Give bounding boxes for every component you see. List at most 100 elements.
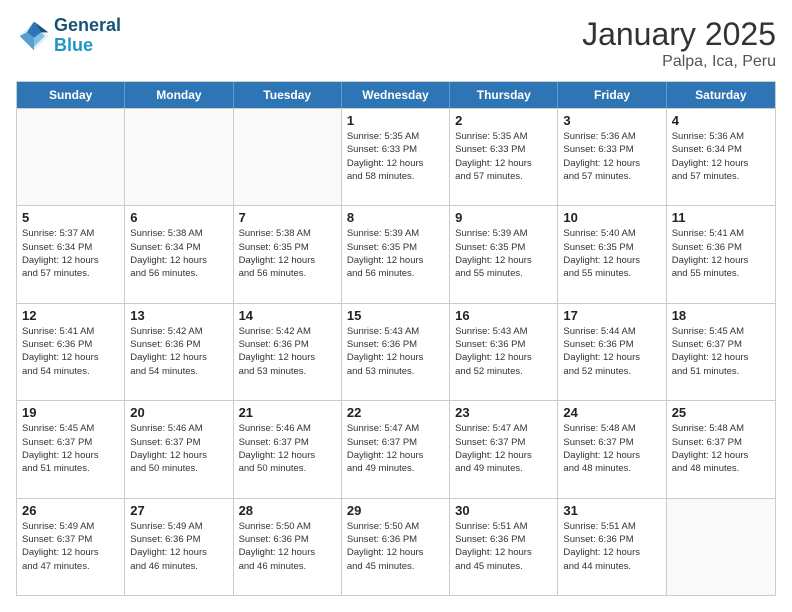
calendar-body: 1 Sunrise: 5:35 AM Sunset: 6:33 PM Daylig… <box>17 108 775 595</box>
calendar-cell: 27Sunrise: 5:49 AM Sunset: 6:36 PM Dayli… <box>125 499 233 595</box>
calendar-row: 5 Sunrise: 5:37 AM Sunset: 6:34 PM Daylig… <box>17 205 775 302</box>
calendar-cell: 4 Sunrise: 5:36 AM Sunset: 6:34 PM Daylig… <box>667 109 775 205</box>
calendar-cell: 20 Sunrise: 5:46 AM Sunset: 6:37 PM Dayli… <box>125 401 233 497</box>
calendar-cell: 29Sunrise: 5:50 AM Sunset: 6:36 PM Dayli… <box>342 499 450 595</box>
calendar-cell: 8 Sunrise: 5:39 AM Sunset: 6:35 PM Daylig… <box>342 206 450 302</box>
day-info: Sunrise: 5:42 AM Sunset: 6:36 PM Dayligh… <box>239 325 336 378</box>
day-info: Sunrise: 5:38 AM Sunset: 6:34 PM Dayligh… <box>130 227 227 280</box>
day-number: 8 <box>347 210 444 225</box>
weekday-header: Tuesday <box>234 82 342 108</box>
calendar-row: 12 Sunrise: 5:41 AM Sunset: 6:36 PM Dayli… <box>17 303 775 400</box>
calendar-cell <box>17 109 125 205</box>
day-number: 18 <box>672 308 770 323</box>
day-number: 25 <box>672 405 770 420</box>
day-number: 22 <box>347 405 444 420</box>
calendar-cell: 23Sunrise: 5:47 AM Sunset: 6:37 PM Dayli… <box>450 401 558 497</box>
day-number: 20 <box>130 405 227 420</box>
day-number: 28 <box>239 503 336 518</box>
day-number: 13 <box>130 308 227 323</box>
day-number: 31 <box>563 503 660 518</box>
day-info: Sunrise: 5:38 AM Sunset: 6:35 PM Dayligh… <box>239 227 336 280</box>
calendar-header: SundayMondayTuesdayWednesdayThursdayFrid… <box>17 82 775 108</box>
day-number: 17 <box>563 308 660 323</box>
logo: General Blue <box>16 16 121 56</box>
day-number: 3 <box>563 113 660 128</box>
calendar-cell: 26 Sunrise: 5:49 AM Sunset: 6:37 PM Dayli… <box>17 499 125 595</box>
day-info: Sunrise: 5:46 AM Sunset: 6:37 PM Dayligh… <box>239 422 336 475</box>
calendar-cell: 31Sunrise: 5:51 AM Sunset: 6:36 PM Dayli… <box>558 499 666 595</box>
calendar-cell: 1 Sunrise: 5:35 AM Sunset: 6:33 PM Daylig… <box>342 109 450 205</box>
title-block: January 2025 Palpa, Ica, Peru <box>582 16 776 71</box>
day-number: 5 <box>22 210 119 225</box>
day-number: 4 <box>672 113 770 128</box>
weekday-header: Wednesday <box>342 82 450 108</box>
header: General Blue January 2025 Palpa, Ica, Pe… <box>16 16 776 71</box>
day-number: 29 <box>347 503 444 518</box>
day-number: 11 <box>672 210 770 225</box>
day-info: Sunrise: 5:42 AM Sunset: 6:36 PM Dayligh… <box>130 325 227 378</box>
day-number: 23 <box>455 405 552 420</box>
day-number: 16 <box>455 308 552 323</box>
weekday-header: Thursday <box>450 82 558 108</box>
day-number: 7 <box>239 210 336 225</box>
day-info: Sunrise: 5:35 AM Sunset: 6:33 PM Dayligh… <box>455 130 552 183</box>
day-info: Sunrise: 5:47 AM Sunset: 6:37 PM Dayligh… <box>347 422 444 475</box>
day-info: Sunrise: 5:49 AM Sunset: 6:37 PM Dayligh… <box>22 520 119 573</box>
calendar-row: 19Sunrise: 5:45 AM Sunset: 6:37 PM Dayli… <box>17 400 775 497</box>
day-info: Sunrise: 5:41 AM Sunset: 6:36 PM Dayligh… <box>672 227 770 280</box>
day-info: Sunrise: 5:41 AM Sunset: 6:36 PM Dayligh… <box>22 325 119 378</box>
day-info: Sunrise: 5:43 AM Sunset: 6:36 PM Dayligh… <box>455 325 552 378</box>
page: General Blue January 2025 Palpa, Ica, Pe… <box>0 0 792 612</box>
day-info: Sunrise: 5:48 AM Sunset: 6:37 PM Dayligh… <box>672 422 770 475</box>
day-info: Sunrise: 5:39 AM Sunset: 6:35 PM Dayligh… <box>347 227 444 280</box>
calendar-cell: 5 Sunrise: 5:37 AM Sunset: 6:34 PM Daylig… <box>17 206 125 302</box>
calendar-cell: 18 Sunrise: 5:45 AM Sunset: 6:37 PM Dayli… <box>667 304 775 400</box>
day-number: 30 <box>455 503 552 518</box>
day-number: 2 <box>455 113 552 128</box>
day-info: Sunrise: 5:36 AM Sunset: 6:34 PM Dayligh… <box>672 130 770 183</box>
day-number: 6 <box>130 210 227 225</box>
day-number: 10 <box>563 210 660 225</box>
day-info: Sunrise: 5:46 AM Sunset: 6:37 PM Dayligh… <box>130 422 227 475</box>
day-info: Sunrise: 5:40 AM Sunset: 6:35 PM Dayligh… <box>563 227 660 280</box>
day-info: Sunrise: 5:37 AM Sunset: 6:34 PM Dayligh… <box>22 227 119 280</box>
calendar-cell: 30Sunrise: 5:51 AM Sunset: 6:36 PM Dayli… <box>450 499 558 595</box>
calendar-cell: 19Sunrise: 5:45 AM Sunset: 6:37 PM Dayli… <box>17 401 125 497</box>
day-number: 24 <box>563 405 660 420</box>
day-number: 26 <box>22 503 119 518</box>
calendar-cell: 28 Sunrise: 5:50 AM Sunset: 6:36 PM Dayli… <box>234 499 342 595</box>
calendar: SundayMondayTuesdayWednesdayThursdayFrid… <box>16 81 776 596</box>
day-info: Sunrise: 5:44 AM Sunset: 6:36 PM Dayligh… <box>563 325 660 378</box>
day-number: 15 <box>347 308 444 323</box>
calendar-cell: 11 Sunrise: 5:41 AM Sunset: 6:36 PM Dayli… <box>667 206 775 302</box>
day-info: Sunrise: 5:50 AM Sunset: 6:36 PM Dayligh… <box>239 520 336 573</box>
calendar-cell: 24 Sunrise: 5:48 AM Sunset: 6:37 PM Dayli… <box>558 401 666 497</box>
calendar-cell: 17 Sunrise: 5:44 AM Sunset: 6:36 PM Dayli… <box>558 304 666 400</box>
day-info: Sunrise: 5:45 AM Sunset: 6:37 PM Dayligh… <box>672 325 770 378</box>
day-number: 12 <box>22 308 119 323</box>
calendar-cell: 13 Sunrise: 5:42 AM Sunset: 6:36 PM Dayli… <box>125 304 233 400</box>
calendar-cell: 2 Sunrise: 5:35 AM Sunset: 6:33 PM Daylig… <box>450 109 558 205</box>
calendar-cell <box>234 109 342 205</box>
logo-line2: Blue <box>54 36 121 56</box>
calendar-cell: 6 Sunrise: 5:38 AM Sunset: 6:34 PM Daylig… <box>125 206 233 302</box>
calendar-row: 26 Sunrise: 5:49 AM Sunset: 6:37 PM Dayli… <box>17 498 775 595</box>
calendar-cell: 14 Sunrise: 5:42 AM Sunset: 6:36 PM Dayli… <box>234 304 342 400</box>
day-number: 21 <box>239 405 336 420</box>
day-info: Sunrise: 5:43 AM Sunset: 6:36 PM Dayligh… <box>347 325 444 378</box>
weekday-header: Friday <box>558 82 666 108</box>
weekday-header: Monday <box>125 82 233 108</box>
day-number: 14 <box>239 308 336 323</box>
calendar-cell <box>667 499 775 595</box>
weekday-header: Saturday <box>667 82 775 108</box>
calendar-cell: 15 Sunrise: 5:43 AM Sunset: 6:36 PM Dayli… <box>342 304 450 400</box>
day-number: 9 <box>455 210 552 225</box>
calendar-cell: 7 Sunrise: 5:38 AM Sunset: 6:35 PM Daylig… <box>234 206 342 302</box>
calendar-subtitle: Palpa, Ica, Peru <box>582 53 776 71</box>
day-info: Sunrise: 5:49 AM Sunset: 6:36 PM Dayligh… <box>130 520 227 573</box>
calendar-cell: 16 Sunrise: 5:43 AM Sunset: 6:36 PM Dayli… <box>450 304 558 400</box>
day-number: 1 <box>347 113 444 128</box>
calendar-cell: 3Sunrise: 5:36 AM Sunset: 6:33 PM Daylig… <box>558 109 666 205</box>
day-info: Sunrise: 5:35 AM Sunset: 6:33 PM Dayligh… <box>347 130 444 183</box>
day-info: Sunrise: 5:48 AM Sunset: 6:37 PM Dayligh… <box>563 422 660 475</box>
